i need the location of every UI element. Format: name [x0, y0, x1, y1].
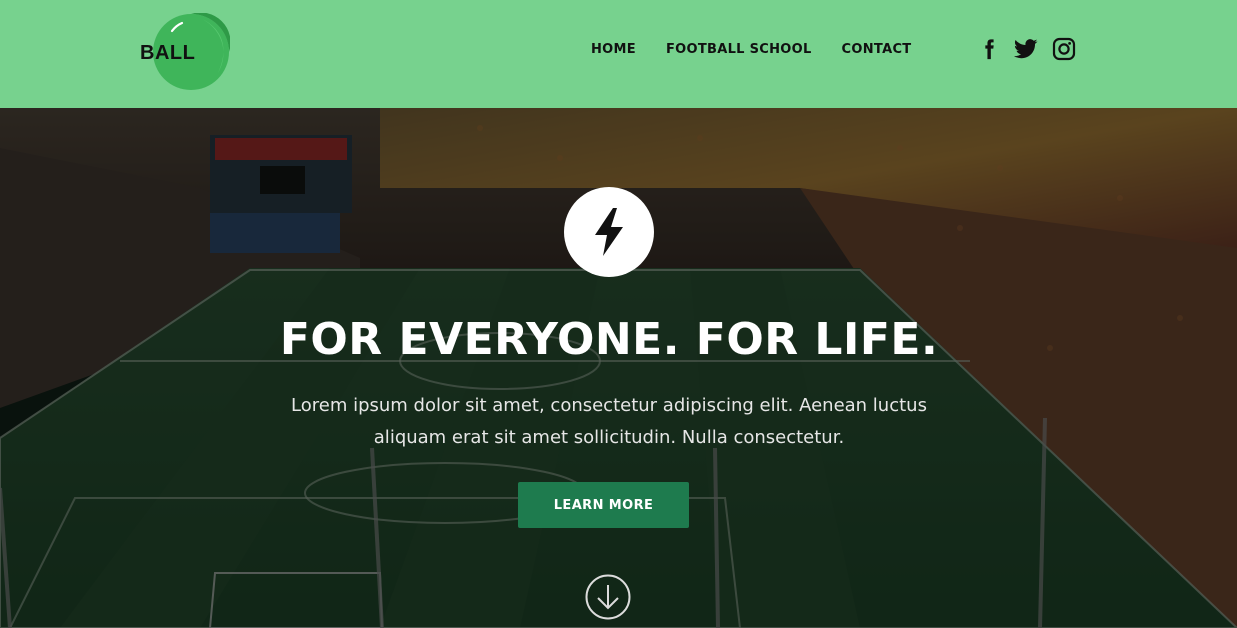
social-links	[978, 37, 1076, 61]
instagram-icon[interactable]	[1052, 37, 1076, 61]
twitter-icon[interactable]	[1014, 38, 1038, 60]
facebook-icon[interactable]	[978, 38, 1000, 60]
logo[interactable]: BALL	[138, 12, 230, 92]
main-nav: HOME FOOTBALL SCHOOL CONTACT	[591, 42, 911, 57]
hero-headline: FOR EVERYONE. FOR LIFE.	[279, 314, 939, 365]
site-header: BALL HOME FOOTBALL SCHOOL CONTACT	[0, 0, 1237, 108]
logo-text: BALL	[140, 42, 196, 64]
hero-overlay	[0, 108, 1237, 628]
nav-football-school[interactable]: FOOTBALL SCHOOL	[666, 42, 812, 57]
nav-home[interactable]: HOME	[591, 42, 636, 57]
lightning-bolt-icon	[564, 187, 654, 277]
hero-subtitle: Lorem ipsum dolor sit amet, consectetur …	[291, 395, 927, 448]
arrow-down-circle-icon[interactable]	[585, 574, 631, 620]
learn-more-button[interactable]: LEARN MORE	[518, 482, 689, 528]
nav-contact[interactable]: CONTACT	[842, 42, 912, 57]
hero-section: FOR EVERYONE. FOR LIFE. Lorem ipsum dolo…	[0, 108, 1237, 628]
